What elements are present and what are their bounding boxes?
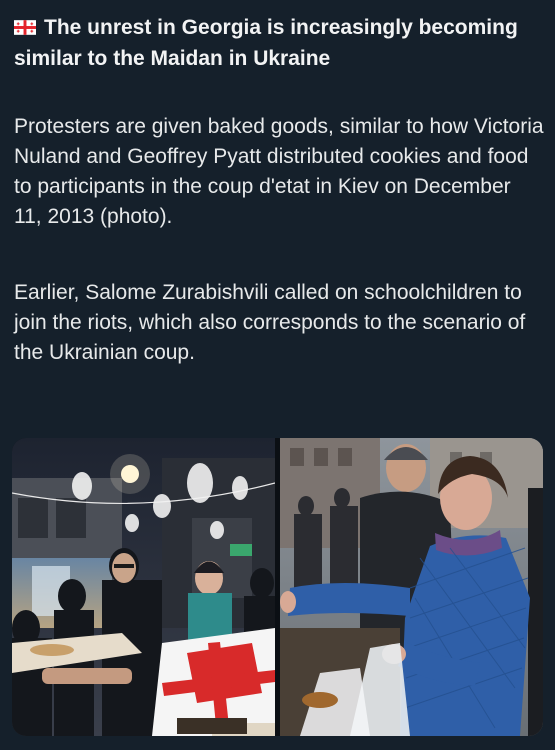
nuland-photo[interactable] [280,438,543,736]
tweet: The unrest in Georgia is increasingly be… [0,0,555,750]
georgia-flag-icon [14,20,36,35]
post-paragraph-2: Earlier, Salome Zurabishvili called on s… [14,281,526,364]
headline-text: The unrest in Georgia is increasingly be… [14,16,518,70]
post-headline: The unrest in Georgia is increasingly be… [14,12,544,74]
media-grid[interactable] [12,438,543,736]
post-paragraph-1: Protesters are given baked goods, simila… [14,115,544,228]
protest-photo[interactable] [12,438,275,736]
